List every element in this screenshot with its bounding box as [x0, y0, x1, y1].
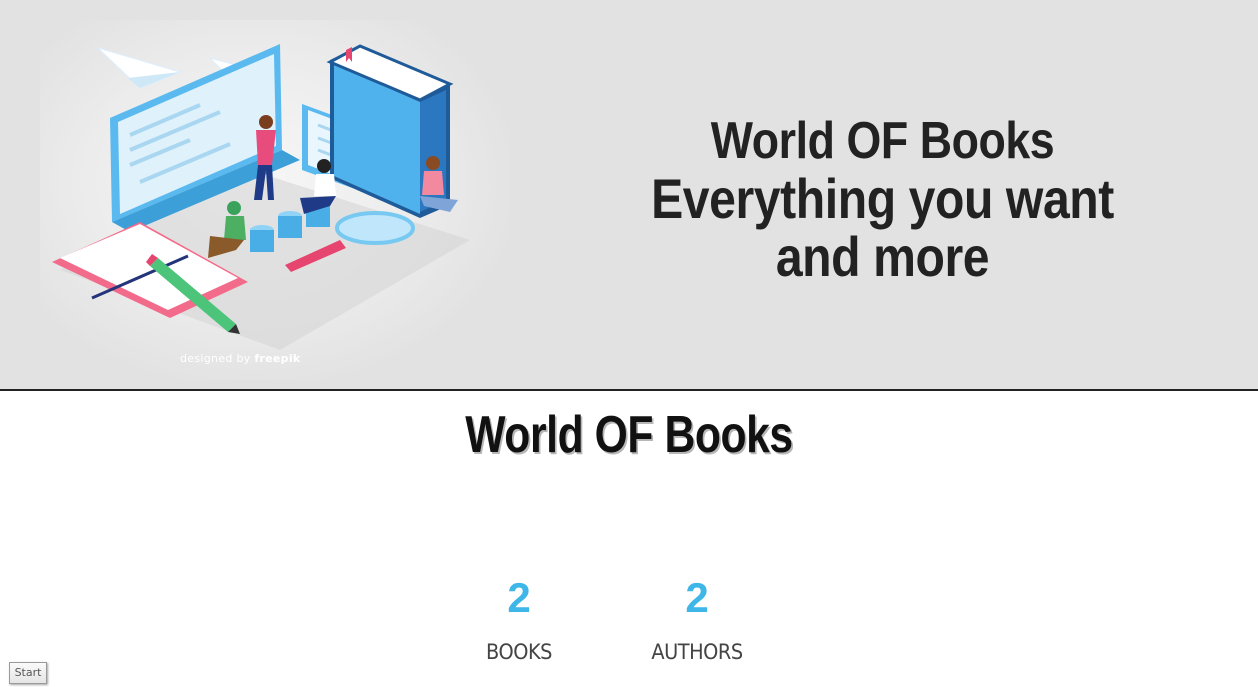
section-title: World OF Books	[465, 406, 793, 464]
books-count: 2	[507, 574, 531, 621]
authors-label: AUTHORS	[651, 640, 743, 664]
credit-brand: freepik	[254, 352, 301, 365]
stat-authors: 2 AUTHORS	[627, 574, 767, 664]
freepik-credit: designed by freepik	[180, 352, 301, 365]
authors-count: 2	[685, 574, 709, 621]
start-button[interactable]: Start	[9, 662, 47, 684]
stat-books: 2 BOOKS	[449, 574, 589, 664]
hero-title: World OF Books	[710, 112, 1055, 170]
hero-banner: designed by freepik World OF Books Every…	[0, 0, 1258, 391]
library-illustration	[52, 44, 470, 350]
credit-prefix: designed by	[180, 352, 251, 365]
hero-subtitle: Everything you want and more	[651, 167, 1114, 288]
hero-heading: World OF Books Everything you want and m…	[605, 112, 1160, 286]
books-label: BOOKS	[486, 640, 552, 664]
paper-plane-icon	[97, 47, 182, 89]
